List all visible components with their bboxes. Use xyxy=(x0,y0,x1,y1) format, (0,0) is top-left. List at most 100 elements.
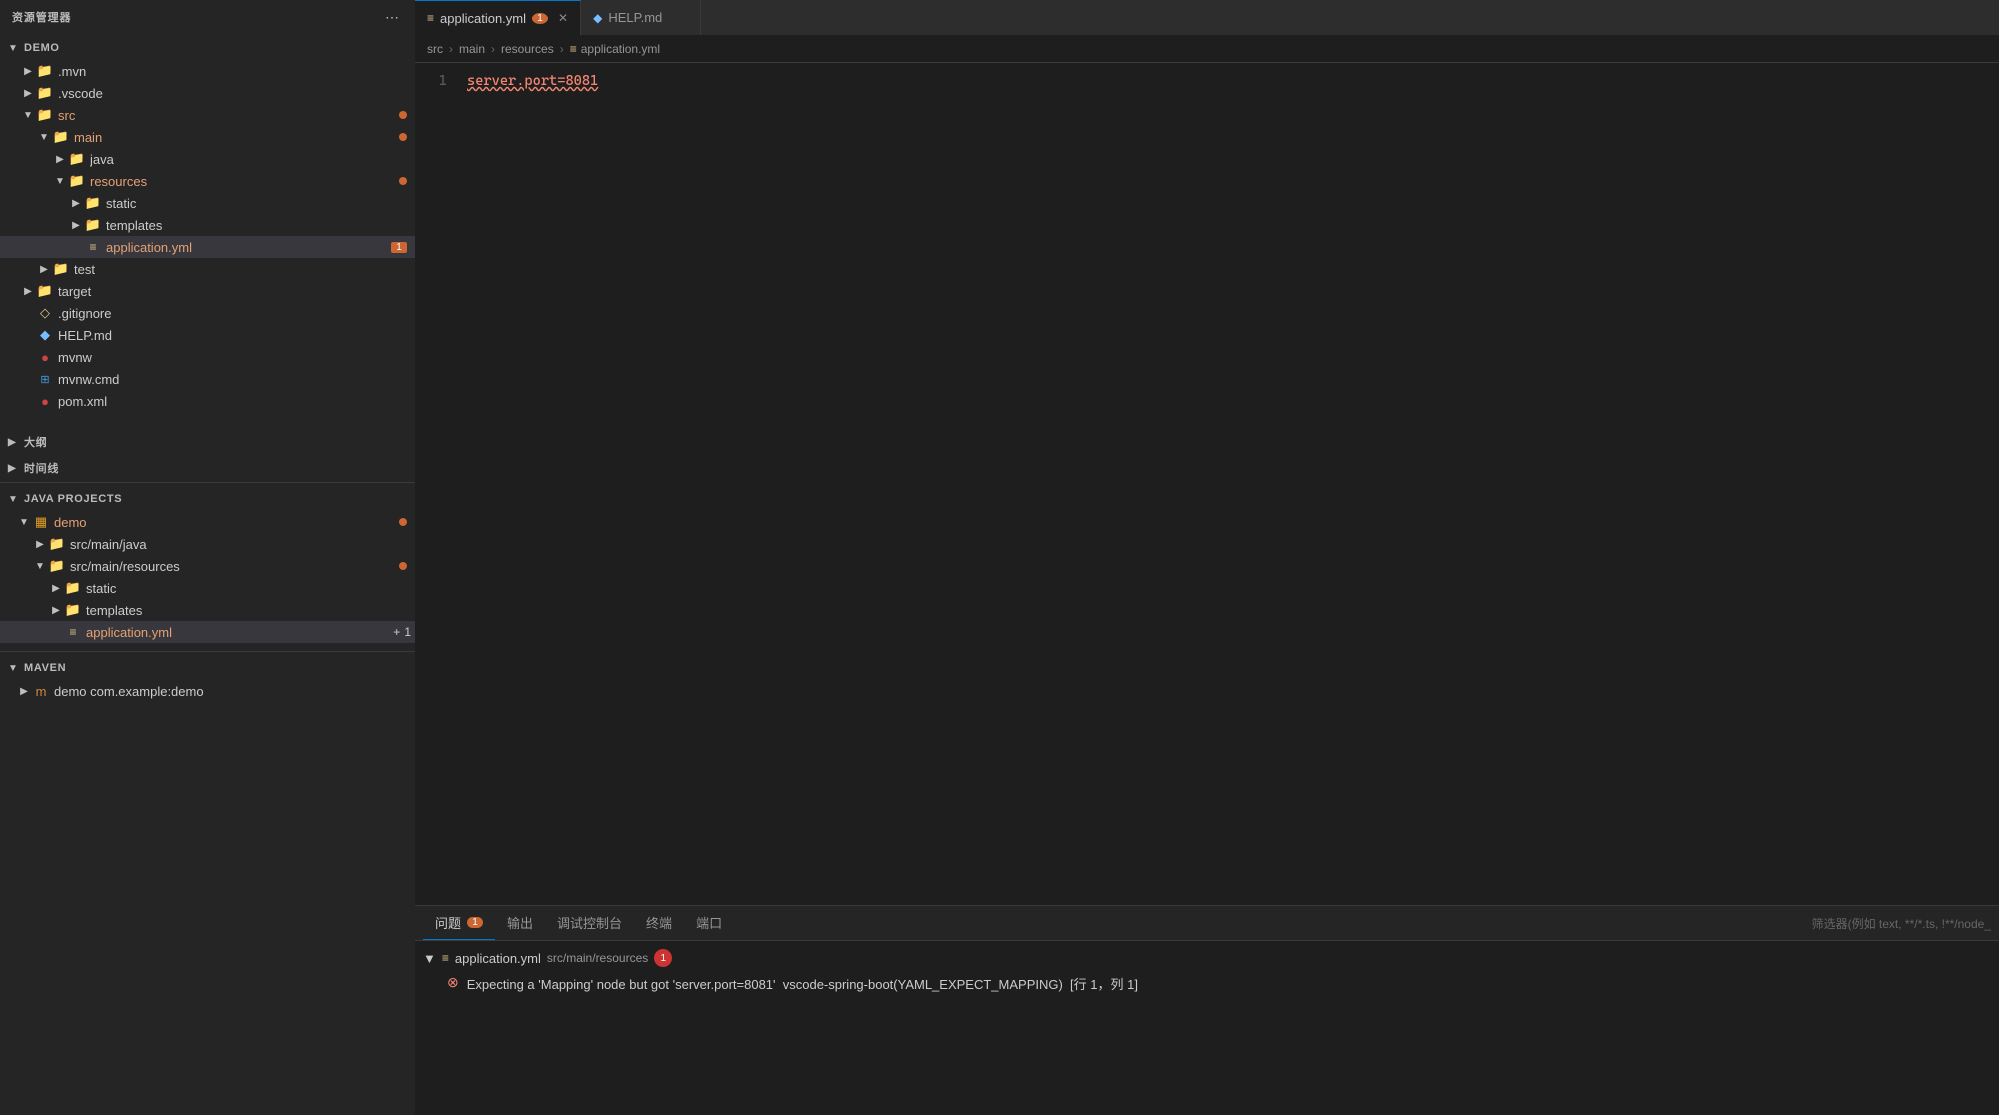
more-actions-button[interactable]: ⋯ xyxy=(381,8,403,26)
editor-area: 1 server.port=8081 xyxy=(415,63,1999,905)
jp-static-label: static xyxy=(86,581,415,596)
tree-item-pom-xml[interactable]: ● pom.xml xyxy=(0,390,415,412)
gitignore-label: .gitignore xyxy=(58,306,415,321)
problem-item-1[interactable]: ⊗ Expecting a 'Mapping' node but got 'se… xyxy=(415,971,1999,996)
tab-application-yml[interactable]: ≡ application.yml 1 ✕ xyxy=(415,0,581,35)
output-tab-label: 输出 xyxy=(507,913,533,932)
folder-icon: 📁 xyxy=(36,107,54,123)
tree-item-jp-demo[interactable]: ▼ ▦ demo xyxy=(0,511,415,533)
static-chevron: ▶ xyxy=(68,198,84,209)
tree-item-src[interactable]: ▼ 📁 src xyxy=(0,104,415,126)
demo-chevron: ▼ xyxy=(8,43,20,54)
section-demo[interactable]: ▼ DEMO xyxy=(0,34,415,60)
sidebar-header-actions: ⋯ xyxy=(381,8,403,26)
code-lines[interactable]: server.port=8081 xyxy=(463,71,1999,905)
tree-item-mvnw-cmd[interactable]: ⊞ mvnw.cmd xyxy=(0,368,415,390)
editor-content[interactable]: 1 server.port=8081 xyxy=(415,63,1999,905)
target-chevron: ▶ xyxy=(20,286,36,297)
tree-item-jp-src-main-resources[interactable]: ▼ 📁 src/main/resources xyxy=(0,555,415,577)
tree-item-target[interactable]: ▶ 📁 target xyxy=(0,280,415,302)
tree-item-maven-demo[interactable]: ▶ m demo com.example:demo xyxy=(0,680,415,702)
src-label: src xyxy=(58,108,399,123)
tree-item-templates[interactable]: ▶ 📁 templates xyxy=(0,214,415,236)
main-area: ≡ application.yml 1 ✕ ◆ HELP.md src › ma… xyxy=(415,0,1999,1115)
jp-smr-chevron: ▼ xyxy=(32,561,48,572)
jp-yml-icon: ≡ xyxy=(64,625,82,639)
yml-icon: ≡ xyxy=(84,240,102,254)
folder-icon: 📁 xyxy=(36,63,54,79)
jp-smj-icon: 📁 xyxy=(48,536,66,552)
bc-resources[interactable]: resources xyxy=(501,42,554,56)
port-tab-label: 端口 xyxy=(696,913,722,932)
section-timeline[interactable]: ▶ 时间线 xyxy=(0,454,415,480)
pg-filename: application.yml xyxy=(455,951,541,966)
problem-group-yml[interactable]: ▼ ≡ application.yml src/main/resources 1 xyxy=(415,945,1999,971)
section-outline[interactable]: ▶ 大纲 xyxy=(0,428,415,454)
resources-chevron: ▼ xyxy=(52,176,68,187)
folder-icon: 📁 xyxy=(68,151,86,167)
folder-icon: 📁 xyxy=(36,85,54,101)
code-content-1: server.port=8081 xyxy=(467,71,598,92)
tree-item-help-md[interactable]: ◆ HELP.md xyxy=(0,324,415,346)
folder-icon: 📁 xyxy=(84,195,102,211)
tree-item-static[interactable]: ▶ 📁 static xyxy=(0,192,415,214)
maven-chevron: ▼ xyxy=(8,663,20,674)
tree-item-main[interactable]: ▼ 📁 main xyxy=(0,126,415,148)
bc-sep3: › xyxy=(560,42,564,56)
bc-yml-name: application.yml xyxy=(581,42,660,56)
tree-item-vscode[interactable]: ▶ 📁 .vscode xyxy=(0,82,415,104)
section-java-projects[interactable]: ▼ JAVA PROJECTS xyxy=(0,485,415,511)
pg-chevron: ▼ xyxy=(423,951,436,966)
help-icon: ◆ xyxy=(36,327,54,343)
tree-item-java[interactable]: ▶ 📁 java xyxy=(0,148,415,170)
tree-item-jp-src-main-java[interactable]: ▶ 📁 src/main/java xyxy=(0,533,415,555)
bc-yml-icon: ≡ xyxy=(570,42,577,56)
jp-templates-label: templates xyxy=(86,603,415,618)
maven-demo-icon: m xyxy=(32,684,50,699)
panel-tab-terminal[interactable]: 终端 xyxy=(634,906,684,940)
panel-tab-output[interactable]: 输出 xyxy=(495,906,545,940)
panel-tab-debug[interactable]: 调试控制台 xyxy=(545,906,634,940)
java-projects-chevron: ▼ xyxy=(8,494,20,505)
outline-label: 大纲 xyxy=(24,434,47,450)
problems-tab-label: 问题 xyxy=(435,913,461,932)
pg-file-icon: ≡ xyxy=(442,951,449,965)
tab-yml-close[interactable]: ✕ xyxy=(558,11,568,25)
tree-item-resources[interactable]: ▼ 📁 resources xyxy=(0,170,415,192)
problem-message: Expecting a 'Mapping' node but got 'serv… xyxy=(467,974,1991,993)
maven-demo-chevron: ▶ xyxy=(16,686,32,697)
tree-item-jp-static[interactable]: ▶ 📁 static xyxy=(0,577,415,599)
panel-tab-port[interactable]: 端口 xyxy=(684,906,734,940)
tree-item-test[interactable]: ▶ 📁 test xyxy=(0,258,415,280)
pg-path: src/main/resources xyxy=(547,951,648,965)
bc-main[interactable]: main xyxy=(459,42,485,56)
tree-item-mvnw[interactable]: ● mvnw xyxy=(0,346,415,368)
tree-item-jp-application-yml[interactable]: ≡ application.yml + 1 xyxy=(0,621,415,643)
jp-smj-label: src/main/java xyxy=(70,537,415,552)
java-chevron: ▶ xyxy=(52,154,68,165)
test-label: test xyxy=(74,262,415,277)
tree-item-gitignore[interactable]: ◇ .gitignore xyxy=(0,302,415,324)
line-numbers: 1 xyxy=(415,71,463,905)
panel-tab-problems[interactable]: 问题 1 xyxy=(423,906,495,940)
tree-item-application-yml[interactable]: ≡ application.yml 1 xyxy=(0,236,415,258)
tab-help-md[interactable]: ◆ HELP.md xyxy=(581,0,701,35)
tree-item-mvn[interactable]: ▶ 📁 .mvn xyxy=(0,60,415,82)
bc-src[interactable]: src xyxy=(427,42,443,56)
gitignore-icon: ◇ xyxy=(36,305,54,321)
jp-demo-dot xyxy=(399,518,407,526)
folder-icon: 📁 xyxy=(52,129,70,145)
filter-text: 筛选器(例如 text, **/*.ts, !**/node_ xyxy=(1812,917,1991,931)
tab-help-icon: ◆ xyxy=(593,11,602,25)
pom-icon: ● xyxy=(36,394,54,409)
section-maven[interactable]: ▼ MAVEN xyxy=(0,654,415,680)
vscode-chevron: ▶ xyxy=(20,88,36,99)
timeline-chevron: ▶ xyxy=(8,463,20,474)
help-md-label: HELP.md xyxy=(58,328,415,343)
jp-smr-icon: 📁 xyxy=(48,558,66,574)
tree-item-jp-templates[interactable]: ▶ 📁 templates xyxy=(0,599,415,621)
breadcrumb: src › main › resources › ≡ application.y… xyxy=(415,35,1999,63)
maven-label: MAVEN xyxy=(24,662,66,674)
mvn-chevron: ▶ xyxy=(20,66,36,77)
templates-label: templates xyxy=(106,218,415,233)
